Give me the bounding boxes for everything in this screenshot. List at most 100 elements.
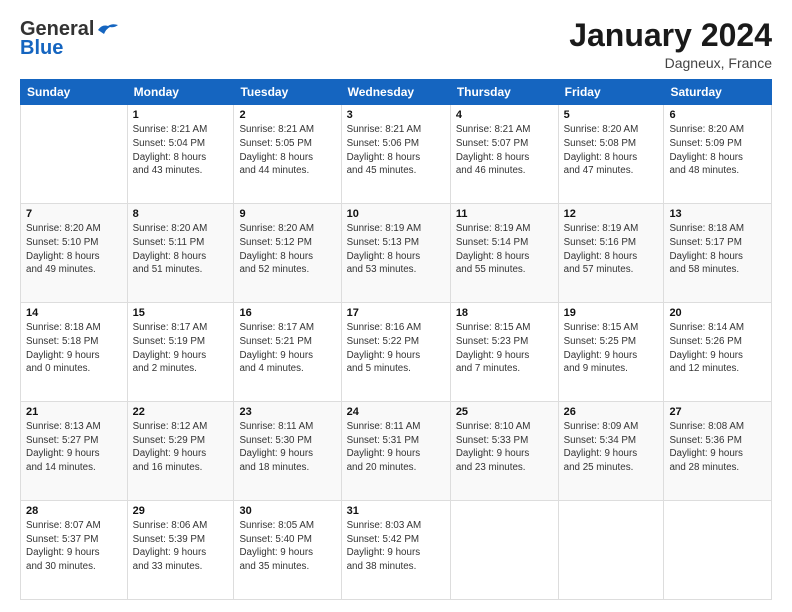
calendar-cell [664, 501, 772, 600]
day-number: 26 [564, 406, 659, 418]
header-friday: Friday [558, 80, 664, 105]
day-number: 21 [26, 406, 122, 418]
day-info: Sunrise: 8:19 AM Sunset: 5:13 PM Dayligh… [347, 222, 445, 277]
calendar-cell: 2 Sunrise: 8:21 AM Sunset: 5:05 PM Daylig… [234, 105, 341, 204]
day-info: Sunrise: 8:15 AM Sunset: 5:25 PM Dayligh… [564, 321, 659, 376]
title-block: January 2024 Dagneux, France [569, 18, 772, 71]
logo-bird-icon [96, 22, 120, 38]
day-info: Sunrise: 8:18 AM Sunset: 5:18 PM Dayligh… [26, 321, 122, 376]
day-number: 19 [564, 307, 659, 319]
calendar-cell: 4 Sunrise: 8:21 AM Sunset: 5:07 PM Daylig… [450, 105, 558, 204]
day-number: 8 [133, 208, 229, 220]
day-number: 18 [456, 307, 553, 319]
calendar-cell: 10 Sunrise: 8:19 AM Sunset: 5:13 PM Dayli… [341, 204, 450, 303]
day-info: Sunrise: 8:20 AM Sunset: 5:11 PM Dayligh… [133, 222, 229, 277]
calendar-cell: 16Sunrise: 8:17 AM Sunset: 5:21 PM Dayli… [234, 303, 341, 402]
day-number: 12 [564, 208, 659, 220]
day-number: 4 [456, 109, 553, 121]
day-info: Sunrise: 8:21 AM Sunset: 5:05 PM Dayligh… [239, 123, 335, 178]
header-saturday: Saturday [664, 80, 772, 105]
day-number: 10 [347, 208, 445, 220]
day-info: Sunrise: 8:14 AM Sunset: 5:26 PM Dayligh… [669, 321, 766, 376]
day-number: 14 [26, 307, 122, 319]
day-info: Sunrise: 8:19 AM Sunset: 5:14 PM Dayligh… [456, 222, 553, 277]
day-info: Sunrise: 8:21 AM Sunset: 5:04 PM Dayligh… [133, 123, 229, 178]
day-number: 28 [26, 505, 122, 517]
day-number: 9 [239, 208, 335, 220]
calendar-cell: 8 Sunrise: 8:20 AM Sunset: 5:11 PM Daylig… [127, 204, 234, 303]
calendar-week-row: 1 Sunrise: 8:21 AM Sunset: 5:04 PM Daylig… [21, 105, 772, 204]
calendar-cell: 12 Sunrise: 8:19 AM Sunset: 5:16 PM Dayli… [558, 204, 664, 303]
day-info: Sunrise: 8:03 AM Sunset: 5:42 PM Dayligh… [347, 519, 445, 574]
calendar-cell: 21Sunrise: 8:13 AM Sunset: 5:27 PM Dayli… [21, 402, 128, 501]
calendar-cell: 1 Sunrise: 8:21 AM Sunset: 5:04 PM Daylig… [127, 105, 234, 204]
day-info: Sunrise: 8:18 AM Sunset: 5:17 PM Dayligh… [669, 222, 766, 277]
day-info: Sunrise: 8:16 AM Sunset: 5:22 PM Dayligh… [347, 321, 445, 376]
location: Dagneux, France [569, 55, 772, 71]
logo: General Blue [20, 18, 120, 60]
header-thursday: Thursday [450, 80, 558, 105]
calendar-week-row: 21Sunrise: 8:13 AM Sunset: 5:27 PM Dayli… [21, 402, 772, 501]
header-sunday: Sunday [21, 80, 128, 105]
calendar-cell: 28 Sunrise: 8:07 AM Sunset: 5:37 PM Dayli… [21, 501, 128, 600]
calendar-cell: 31Sunrise: 8:03 AM Sunset: 5:42 PM Dayli… [341, 501, 450, 600]
day-info: Sunrise: 8:19 AM Sunset: 5:16 PM Dayligh… [564, 222, 659, 277]
day-number: 25 [456, 406, 553, 418]
calendar-cell [450, 501, 558, 600]
day-info: Sunrise: 8:20 AM Sunset: 5:12 PM Dayligh… [239, 222, 335, 277]
day-info: Sunrise: 8:11 AM Sunset: 5:30 PM Dayligh… [239, 420, 335, 475]
day-number: 29 [133, 505, 229, 517]
calendar-cell: 5Sunrise: 8:20 AM Sunset: 5:08 PM Daylig… [558, 105, 664, 204]
calendar-cell: 6 Sunrise: 8:20 AM Sunset: 5:09 PM Daylig… [664, 105, 772, 204]
day-info: Sunrise: 8:10 AM Sunset: 5:33 PM Dayligh… [456, 420, 553, 475]
day-info: Sunrise: 8:21 AM Sunset: 5:06 PM Dayligh… [347, 123, 445, 178]
calendar-cell: 19 Sunrise: 8:15 AM Sunset: 5:25 PM Dayli… [558, 303, 664, 402]
header: General Blue January 2024 Dagneux, Franc… [20, 18, 772, 71]
day-number: 15 [133, 307, 229, 319]
day-number: 7 [26, 208, 122, 220]
day-number: 22 [133, 406, 229, 418]
day-number: 27 [669, 406, 766, 418]
calendar-cell: 9 Sunrise: 8:20 AM Sunset: 5:12 PM Daylig… [234, 204, 341, 303]
day-info: Sunrise: 8:20 AM Sunset: 5:10 PM Dayligh… [26, 222, 122, 277]
calendar-cell: 20Sunrise: 8:14 AM Sunset: 5:26 PM Dayli… [664, 303, 772, 402]
calendar-cell: 18 Sunrise: 8:15 AM Sunset: 5:23 PM Dayli… [450, 303, 558, 402]
day-number: 11 [456, 208, 553, 220]
day-info: Sunrise: 8:12 AM Sunset: 5:29 PM Dayligh… [133, 420, 229, 475]
day-info: Sunrise: 8:20 AM Sunset: 5:08 PM Dayligh… [564, 123, 659, 178]
header-wednesday: Wednesday [341, 80, 450, 105]
page: General Blue January 2024 Dagneux, Franc… [0, 0, 792, 612]
day-number: 24 [347, 406, 445, 418]
day-number: 2 [239, 109, 335, 121]
day-info: Sunrise: 8:15 AM Sunset: 5:23 PM Dayligh… [456, 321, 553, 376]
day-number: 6 [669, 109, 766, 121]
day-info: Sunrise: 8:17 AM Sunset: 5:19 PM Dayligh… [133, 321, 229, 376]
header-monday: Monday [127, 80, 234, 105]
day-number: 16 [239, 307, 335, 319]
calendar-cell: 7 Sunrise: 8:20 AM Sunset: 5:10 PM Daylig… [21, 204, 128, 303]
day-number: 23 [239, 406, 335, 418]
month-title: January 2024 [569, 18, 772, 53]
calendar-cell: 15 Sunrise: 8:17 AM Sunset: 5:19 PM Dayli… [127, 303, 234, 402]
calendar-cell: 11 Sunrise: 8:19 AM Sunset: 5:14 PM Dayli… [450, 204, 558, 303]
day-number: 1 [133, 109, 229, 121]
day-info: Sunrise: 8:21 AM Sunset: 5:07 PM Dayligh… [456, 123, 553, 178]
day-info: Sunrise: 8:08 AM Sunset: 5:36 PM Dayligh… [669, 420, 766, 475]
calendar-cell: 17Sunrise: 8:16 AM Sunset: 5:22 PM Dayli… [341, 303, 450, 402]
calendar-cell: 30Sunrise: 8:05 AM Sunset: 5:40 PM Dayli… [234, 501, 341, 600]
calendar-cell: 3 Sunrise: 8:21 AM Sunset: 5:06 PM Daylig… [341, 105, 450, 204]
day-number: 3 [347, 109, 445, 121]
day-number: 13 [669, 208, 766, 220]
calendar-cell [558, 501, 664, 600]
day-info: Sunrise: 8:20 AM Sunset: 5:09 PM Dayligh… [669, 123, 766, 178]
calendar-cell: 23 Sunrise: 8:11 AM Sunset: 5:30 PM Dayli… [234, 402, 341, 501]
day-number: 30 [239, 505, 335, 517]
calendar-cell: 29Sunrise: 8:06 AM Sunset: 5:39 PM Dayli… [127, 501, 234, 600]
day-info: Sunrise: 8:07 AM Sunset: 5:37 PM Dayligh… [26, 519, 122, 574]
logo-blue: Blue [20, 37, 63, 60]
weekday-header-row: Sunday Monday Tuesday Wednesday Thursday… [21, 80, 772, 105]
calendar-cell: 24Sunrise: 8:11 AM Sunset: 5:31 PM Dayli… [341, 402, 450, 501]
calendar-cell: 27 Sunrise: 8:08 AM Sunset: 5:36 PM Dayli… [664, 402, 772, 501]
calendar-cell: 26Sunrise: 8:09 AM Sunset: 5:34 PM Dayli… [558, 402, 664, 501]
header-tuesday: Tuesday [234, 80, 341, 105]
